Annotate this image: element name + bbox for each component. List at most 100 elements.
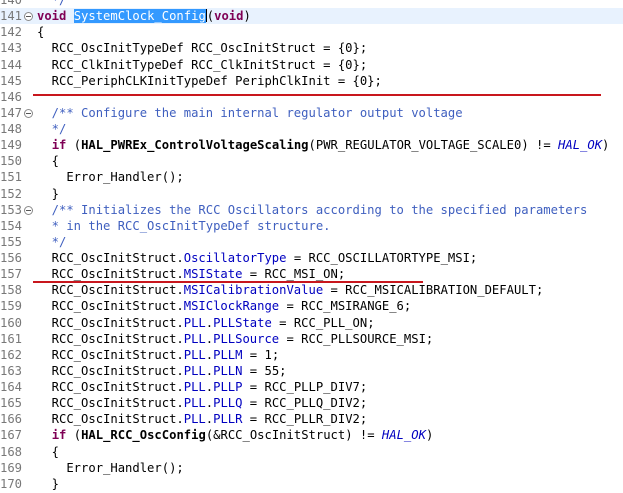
code-token: PLL: [183, 347, 206, 362]
code-token: = 1;: [242, 347, 280, 362]
code-text: RCC_PeriphCLKInitTypeDef PeriphClkInit =…: [37, 73, 382, 89]
code-token: RCC_OscInitStruct.: [37, 299, 184, 314]
code-line[interactable]: 140 */: [0, 0, 623, 8]
code-token: {: [37, 444, 60, 459]
code-line[interactable]: 165 RCC_OscInitStruct.PLL.PLLQ = RCC_PLL…: [0, 395, 623, 411]
code-line[interactable]: 163 RCC_OscInitStruct.PLL.PLLN = 55;: [0, 363, 623, 379]
code-text: void SystemClock_Config(void): [37, 8, 251, 24]
code-line[interactable]: 168 {: [0, 444, 623, 460]
line-number: 163: [0, 363, 23, 378]
code-token: MSIState: [183, 267, 243, 282]
code-line[interactable]: 156 RCC_OscInitStruct.OscillatorType = R…: [0, 250, 623, 266]
code-line[interactable]: 157 RCC_OscInitStruct.MSIState = RCC_MSI…: [0, 266, 623, 282]
code-token: */: [37, 234, 67, 249]
code-token: = RCC_OSCILLATORTYPE_MSI;: [286, 251, 478, 265]
code-text: if (HAL_PWREx_ControlVoltageScaling(PWR_…: [37, 137, 610, 153]
code-token: }: [37, 186, 60, 201]
code-text: */: [37, 0, 67, 8]
code-line[interactable]: 167 if (HAL_RCC_OscConfig(&RCC_OscInitSt…: [0, 427, 623, 443]
code-text: RCC_OscInitStruct.PLL.PLLM = 1;: [37, 347, 279, 363]
line-number: 154: [0, 218, 23, 233]
code-token: .: [205, 412, 214, 427]
code-line[interactable]: 149 if (HAL_PWREx_ControlVoltageScaling(…: [0, 137, 623, 153]
code-token: PLLM: [213, 347, 243, 362]
code-token: (&RCC_OscInitStruct) !=: [205, 428, 382, 443]
code-line[interactable]: 150 {: [0, 153, 623, 169]
line-number: 142: [0, 25, 23, 40]
code-text: RCC_OscInitStruct.PLL.PLLR = RCC_PLLR_DI…: [37, 411, 368, 427]
code-text: }: [37, 476, 59, 492]
code-token: HAL_OK: [558, 138, 603, 153]
code-token: {: [37, 154, 60, 169]
red-underline-mark: [33, 94, 601, 96]
code-token: PLL: [183, 380, 206, 394]
code-line[interactable]: 142 {: [0, 24, 623, 40]
code-text: RCC_OscInitStruct.PLL.PLLN = 55;: [37, 363, 287, 379]
code-token: PLLSource: [213, 331, 280, 346]
code-line[interactable]: 164 RCC_OscInitStruct.PLL.PLLP = RCC_PLL…: [0, 379, 623, 395]
code-token: RCC_OscInitStruct.: [37, 347, 184, 362]
code-line[interactable]: 170 }: [0, 476, 623, 492]
line-number: 168: [0, 444, 23, 459]
code-text: {: [37, 444, 59, 460]
line-number: 169: [0, 460, 23, 475]
code-line[interactable]: 154 * in the RCC_OscInitTypeDef structur…: [0, 218, 623, 234]
line-number: 140: [0, 0, 23, 7]
code-token: RCC_OscInitStruct.: [37, 251, 184, 265]
code-token: ): [602, 138, 610, 153]
line-number: 144: [0, 57, 23, 72]
code-token: RCC_OscInitStruct.: [37, 396, 184, 411]
code-text: RCC_ClkInitTypeDef RCC_ClkInitStruct = {…: [37, 57, 368, 73]
code-line[interactable]: 147 /** Configure the main internal regu…: [0, 105, 623, 121]
code-line[interactable]: 158 RCC_OscInitStruct.MSICalibrationValu…: [0, 282, 623, 298]
fold-collapse-icon[interactable]: [24, 108, 33, 118]
line-number: 160: [0, 315, 23, 330]
code-line[interactable]: 148 */: [0, 121, 623, 137]
code-line[interactable]: 152 }: [0, 186, 623, 202]
code-text: /** Configure the main internal regulato…: [37, 105, 463, 121]
line-number: 157: [0, 267, 23, 282]
code-token: .: [205, 363, 214, 378]
code-editor[interactable]: 140 */141 void SystemClock_Config(void) 14…: [0, 0, 623, 493]
code-text: RCC_OscInitStruct.OscillatorType = RCC_O…: [37, 250, 478, 266]
code-token: RCC_OscInitStruct.: [37, 331, 184, 346]
code-token: = RCC_PLLR_DIV2;: [242, 412, 368, 427]
code-line[interactable]: 146: [0, 89, 623, 105]
code-text: */: [37, 234, 67, 250]
line-number: 145: [0, 73, 23, 88]
code-token: ): [425, 428, 434, 443]
line-number: 155: [0, 234, 23, 249]
code-line[interactable]: 141 void SystemClock_Config(void): [0, 8, 623, 25]
code-line[interactable]: 162 RCC_OscInitStruct.PLL.PLLM = 1;: [0, 347, 623, 363]
code-token: MSICalibrationValue: [183, 283, 324, 298]
code-token: = RCC_PLLQ_DIV2;: [242, 396, 368, 411]
code-line[interactable]: 159 RCC_OscInitStruct.MSIClockRange = RC…: [0, 298, 623, 314]
fold-collapse-icon[interactable]: [24, 205, 33, 215]
code-line[interactable]: 144 RCC_ClkInitTypeDef RCC_ClkInitStruct…: [0, 57, 623, 73]
code-token: RCC_OscInitStruct.: [37, 412, 184, 427]
line-number: 151: [0, 170, 23, 185]
line-number: 167: [0, 428, 23, 443]
code-line[interactable]: 155 */: [0, 234, 623, 250]
line-number: 159: [0, 299, 23, 314]
code-token: PLL: [183, 412, 206, 427]
code-line[interactable]: 143 RCC_OscInitTypeDef RCC_OscInitStruct…: [0, 40, 623, 56]
code-line[interactable]: 145 RCC_PeriphCLKInitTypeDef PeriphClkIn…: [0, 73, 623, 89]
code-token: */: [37, 122, 67, 136]
code-token: RCC_OscInitTypeDef RCC_OscInitStruct = {…: [37, 41, 368, 56]
code-text: }: [37, 186, 59, 202]
code-text: * in the RCC_OscInitTypeDef structure.: [37, 218, 331, 234]
line-number: 149: [0, 138, 23, 153]
code-line[interactable]: 161 RCC_OscInitStruct.PLL.PLLSource = RC…: [0, 331, 623, 347]
code-text: {: [37, 153, 59, 169]
code-line[interactable]: 166 RCC_OscInitStruct.PLL.PLLR = RCC_PLL…: [0, 411, 623, 427]
code-token: if: [51, 428, 67, 443]
code-line[interactable]: 169 Error_Handler();: [0, 460, 623, 476]
code-line[interactable]: 151 Error_Handler();: [0, 169, 623, 185]
code-token: = RCC_PLL_ON;: [271, 315, 375, 330]
code-line[interactable]: 153 /** Initializes the RCC Oscillators …: [0, 202, 623, 218]
code-line[interactable]: 160 RCC_OscInitStruct.PLL.PLLState = RCC…: [0, 315, 623, 331]
line-number: 143: [0, 41, 23, 56]
fold-collapse-icon[interactable]: [24, 12, 33, 22]
